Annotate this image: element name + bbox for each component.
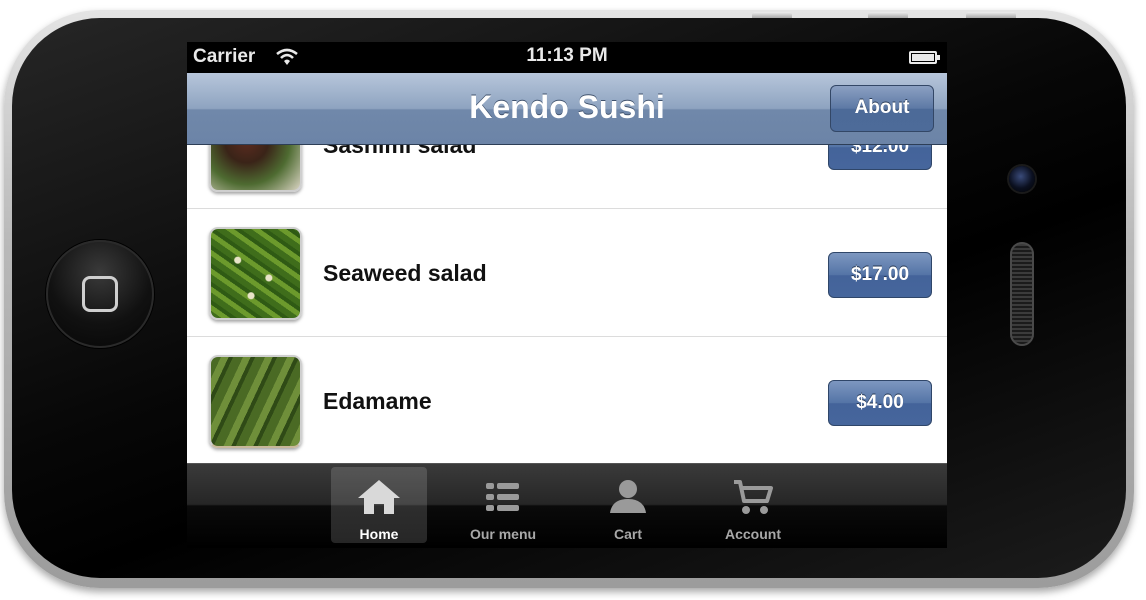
home-square-icon [82,276,118,312]
battery-icon [909,51,940,64]
item-name: Edamame [323,388,432,414]
tab-bar: Home Our menu Cart Account [187,463,947,548]
tab-cart[interactable]: Cart [580,467,676,543]
list-item[interactable]: Edamame $4.00 [187,337,947,465]
tab-label: Cart [613,526,642,542]
home-icon [358,480,400,514]
home-hardware-button[interactable] [46,240,154,348]
tab-label: Our menu [469,526,537,542]
edamame-photo [209,355,302,448]
tab-home[interactable]: Home [331,467,427,543]
list-icon [486,483,519,511]
item-name: Seaweed salad [323,260,487,286]
tab-our-menu[interactable]: Our menu [455,467,551,543]
tab-label: Home [359,526,399,542]
front-camera [1009,166,1035,192]
tab-account[interactable]: Account [705,467,801,543]
status-bar: Carrier 11:13 PM [187,42,947,73]
about-button[interactable]: About [830,85,934,132]
tab-label: Account [725,526,781,542]
user-icon [610,480,646,513]
list-item[interactable]: Seaweed salad $17.00 [187,209,947,337]
app-screen: Carrier 11:13 PM Kendo Sushi About Sashi… [187,42,947,548]
cart-icon [734,480,773,514]
navigation-bar: Kendo Sushi About [187,73,947,145]
price-button[interactable]: $17.00 [828,252,932,298]
earpiece-speaker [1010,242,1034,346]
seaweed-salad-photo [209,227,302,320]
clock-time: 11:13 PM [526,45,608,66]
price-button[interactable]: $4.00 [828,380,932,426]
